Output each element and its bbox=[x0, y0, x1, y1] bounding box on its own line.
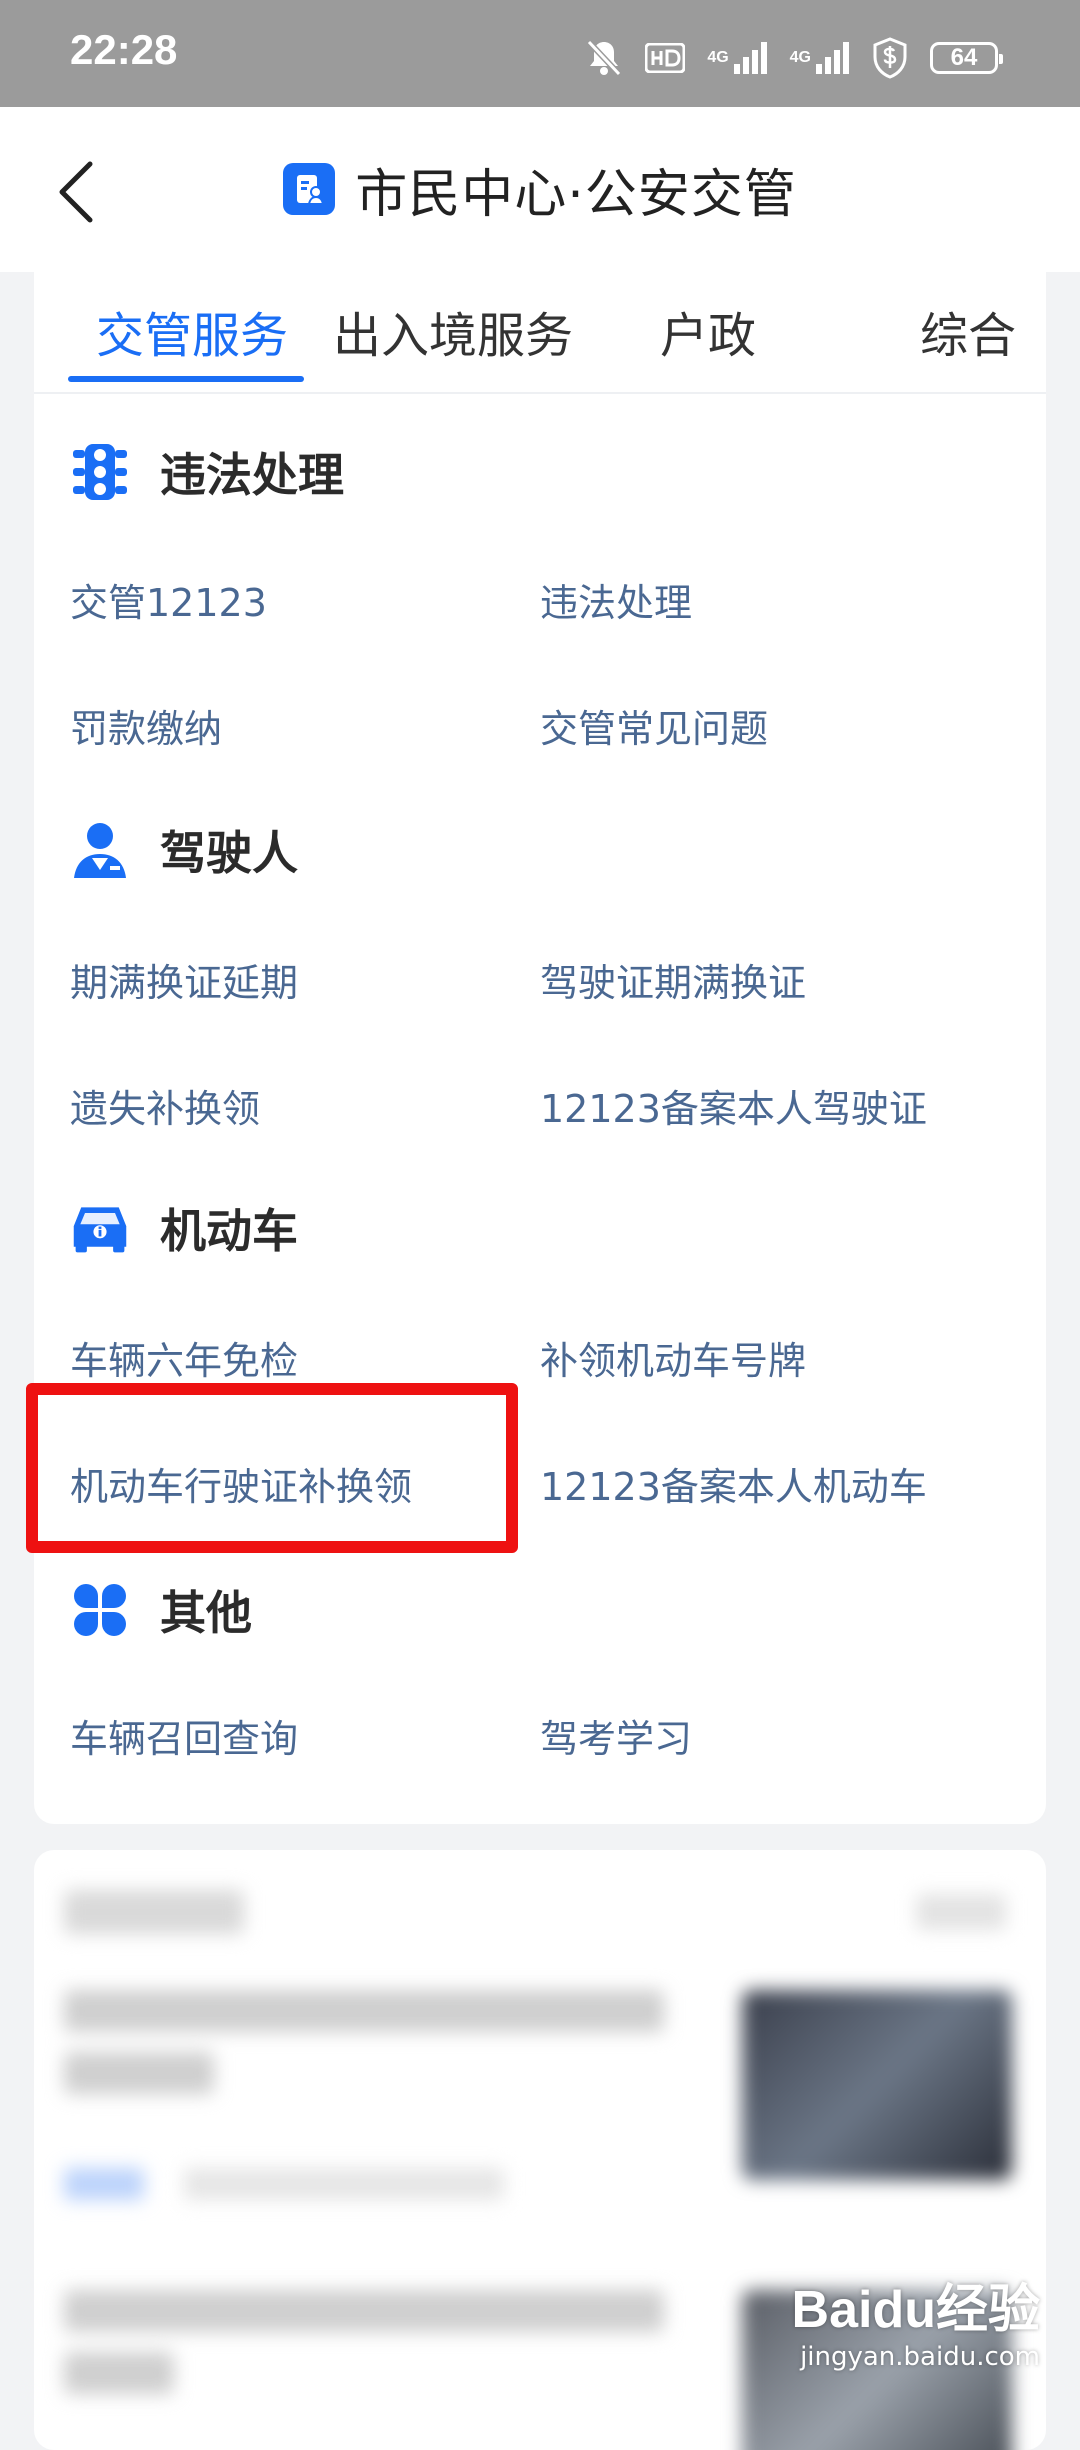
link-vehicle-recall[interactable]: 车辆召回查询 bbox=[70, 1708, 298, 1763]
network-type-label: 4G bbox=[789, 49, 811, 66]
four-petal-icon bbox=[70, 1580, 130, 1640]
signal-icon: 4G bbox=[790, 40, 850, 76]
news-item-title-placeholder bbox=[64, 2290, 664, 2394]
tab-immigration-service[interactable]: 出入境服务 bbox=[333, 296, 573, 366]
battery-indicator: 64 bbox=[930, 42, 1003, 74]
highlight-annotation-box bbox=[26, 1383, 518, 1553]
link-reissue-plate[interactable]: 补领机动车号牌 bbox=[540, 1330, 806, 1385]
link-12123[interactable]: 交管12123 bbox=[70, 572, 267, 627]
news-meta-placeholder bbox=[184, 2168, 504, 2200]
link-renewal-extension[interactable]: 期满换证延期 bbox=[70, 952, 298, 1007]
news-thumbnail bbox=[742, 1990, 1012, 2180]
network-type-label: 4G bbox=[707, 49, 729, 66]
section-title: 违法处理 bbox=[160, 448, 344, 502]
page-title: 市民中心·公安交管 bbox=[355, 164, 797, 225]
section-vehicle: 机动车 bbox=[70, 1192, 298, 1264]
link-six-year-exemption[interactable]: 车辆六年免检 bbox=[70, 1330, 298, 1385]
car-icon bbox=[70, 1198, 130, 1258]
services-card: 交管服务 出入境服务 户政 综合 违法处理 交管12123 违法处理 罚款缴纳 … bbox=[34, 272, 1046, 1824]
status-icons: 4G 4G 64 bbox=[585, 36, 1003, 80]
tab-general[interactable]: 综合 bbox=[920, 296, 1016, 366]
news-more-placeholder bbox=[916, 1894, 1006, 1930]
id-document-icon bbox=[283, 163, 336, 215]
tab-household-registration[interactable]: 户政 bbox=[660, 296, 756, 366]
baidu-watermark: Baidu经验 jingyan.baidu.com bbox=[792, 2267, 1040, 2372]
link-register-vehicle[interactable]: 12123备案本人机动车 bbox=[540, 1456, 927, 1511]
section-driver: 驾驶人 bbox=[70, 814, 298, 886]
top-app-bar: 市民中心·公安交管 bbox=[0, 107, 1080, 272]
section-violations: 违法处理 bbox=[70, 436, 344, 508]
section-other: 其他 bbox=[70, 1574, 252, 1646]
hd-icon bbox=[645, 43, 686, 73]
watermark-url: jingyan.baidu.com bbox=[800, 2342, 1040, 2372]
link-lost-replacement[interactable]: 遗失补换领 bbox=[70, 1078, 260, 1133]
mute-bell-icon bbox=[585, 38, 623, 78]
news-tag-placeholder bbox=[64, 2168, 144, 2200]
section-title: 机动车 bbox=[160, 1204, 298, 1258]
link-register-license[interactable]: 12123备案本人驾驶证 bbox=[540, 1078, 927, 1133]
watermark-brand: Baidu经验 bbox=[791, 2281, 1040, 2339]
section-title: 其他 bbox=[160, 1586, 252, 1640]
news-header-placeholder bbox=[64, 1890, 244, 1934]
signal-icon: 4G bbox=[707, 40, 767, 76]
link-violation-handling[interactable]: 违法处理 bbox=[540, 572, 692, 627]
service-tabs: 交管服务 出入境服务 户政 综合 bbox=[34, 272, 1046, 394]
link-license-renewal[interactable]: 驾驶证期满换证 bbox=[540, 952, 806, 1007]
link-fine-payment[interactable]: 罚款缴纳 bbox=[70, 698, 222, 753]
shield-dollar-icon bbox=[872, 37, 908, 79]
link-driving-test-study[interactable]: 驾考学习 bbox=[540, 1708, 692, 1763]
driver-icon bbox=[70, 820, 130, 880]
news-item-title-placeholder bbox=[64, 1990, 664, 2094]
status-bar: 22:28 4G 4G 64 bbox=[0, 0, 1080, 107]
link-traffic-faq[interactable]: 交管常见问题 bbox=[540, 698, 768, 753]
active-tab-indicator bbox=[68, 376, 304, 382]
header-title-group: 市民中心·公安交管 bbox=[0, 149, 1080, 229]
status-time: 22:28 bbox=[70, 26, 178, 73]
section-title: 驾驶人 bbox=[160, 826, 298, 880]
tab-traffic-service[interactable]: 交管服务 bbox=[96, 296, 288, 366]
traffic-light-icon bbox=[70, 442, 130, 502]
